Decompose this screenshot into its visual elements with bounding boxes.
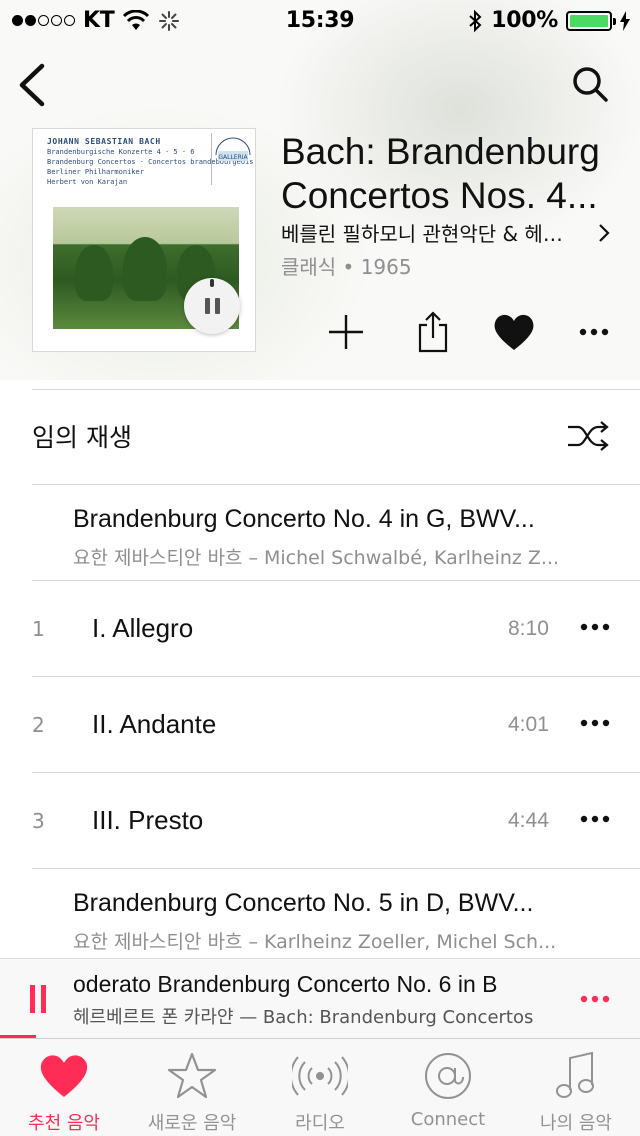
more-icon (579, 328, 609, 336)
tab-label: 추천 음악 (28, 1113, 100, 1134)
music-note-icon (556, 1051, 594, 1098)
mini-player-subtitle: 헤르베르트 폰 카라얀 — Bach: Brandenburg Concerto… (73, 1007, 534, 1028)
love-button[interactable] (488, 306, 540, 358)
tab-label: 새로운 음악 (147, 1113, 237, 1134)
album-title-line: Bach: Brandenburg (281, 131, 600, 172)
album-more-button[interactable] (568, 306, 620, 358)
mini-player[interactable]: oderato Brandenburg Concerto No. 6 in B … (0, 958, 640, 1038)
album-pause-button[interactable] (184, 278, 240, 334)
bluetooth-icon (469, 9, 482, 32)
heart-filled-icon (494, 314, 534, 350)
status-bar: KT 15:39 100% (0, 0, 640, 40)
at-icon (425, 1053, 471, 1099)
track-number: 2 (32, 713, 45, 737)
track-name: I. Allegro (92, 613, 194, 643)
tab-radio[interactable]: 라디오 (256, 1039, 384, 1136)
track-name: II. Andante (92, 709, 217, 739)
track-number: 1 (32, 617, 45, 641)
tab-for-you[interactable]: 추천 음악 (0, 1039, 128, 1136)
genre-year: 클래식 • 1965 (281, 255, 412, 279)
chevron-right-icon (599, 223, 610, 242)
track-duration: 4:44 (508, 809, 549, 832)
track-more-icon[interactable] (580, 713, 610, 733)
work-subtitle: 요한 제바스티안 바흐 – Michel Schwalbé, Karlheinz… (73, 547, 560, 569)
track-row[interactable]: 1 I. Allegro 8:10 (0, 581, 640, 677)
search-button[interactable] (570, 64, 610, 104)
tab-bar: 추천 음악 새로운 음악 라디오 Connect 나의 음악 (0, 1038, 640, 1136)
pause-icon (204, 298, 220, 314)
share-button[interactable] (407, 306, 459, 358)
tab-new[interactable]: 새로운 음악 (128, 1039, 256, 1136)
work-title: Brandenburg Concerto No. 5 in D, BWV... (73, 889, 534, 917)
tab-my-music[interactable]: 나의 음악 (512, 1039, 640, 1136)
track-name: III. Presto (92, 805, 204, 835)
battery-percent: 100% (491, 8, 558, 33)
track-duration: 8:10 (508, 617, 549, 640)
track-number: 3 (32, 809, 45, 833)
battery-icon (566, 10, 616, 31)
shuffle-row[interactable]: 임의 재생 (0, 390, 640, 484)
track-row[interactable]: 2 II. Andante 4:01 (0, 677, 640, 773)
radio-icon (292, 1056, 348, 1096)
tab-label: Connect (410, 1109, 486, 1130)
tab-label: 나의 음악 (540, 1113, 612, 1134)
artist-name: 베를린 필하모니 관현악단 & 헤르… (281, 222, 581, 246)
plus-icon (329, 315, 363, 349)
mini-player-title: oderato Brandenburg Concerto No. 6 in B (73, 971, 498, 997)
dg-logo: GALLERIA (211, 133, 253, 185)
work-header[interactable]: Brandenburg Concerto No. 4 in G, BWV... … (0, 485, 640, 581)
add-button[interactable] (320, 306, 372, 358)
chevron-left-icon (19, 63, 45, 107)
mini-player-pause-icon[interactable] (30, 985, 46, 1013)
search-icon (573, 67, 608, 102)
track-more-icon[interactable] (580, 617, 610, 637)
work-title: Brandenburg Concerto No. 4 in G, BWV... (73, 505, 535, 533)
tab-label: 라디오 (295, 1113, 345, 1134)
heart-icon (40, 1055, 88, 1097)
share-icon (418, 311, 448, 353)
album-title: Bach: Brandenburg Concertos Nos. 4... (281, 130, 621, 218)
track-duration: 4:01 (508, 713, 549, 736)
album-title-line: Concertos Nos. 4... (281, 175, 598, 216)
track-row[interactable]: 3 III. Presto 4:44 (0, 773, 640, 869)
track-more-icon[interactable] (580, 809, 610, 829)
svg-text:GALLERIA: GALLERIA (218, 154, 248, 161)
shuffle-label: 임의 재생 (32, 423, 132, 452)
work-subtitle: 요한 제바스티안 바흐 – Karlheinz Zoeller, Michel … (73, 931, 557, 953)
mini-player-more-icon[interactable] (580, 989, 610, 1009)
shuffle-icon (568, 421, 609, 451)
star-icon (167, 1052, 217, 1099)
back-button[interactable] (14, 62, 50, 108)
tab-connect[interactable]: Connect (384, 1039, 512, 1136)
artist-link[interactable]: 베를린 필하모니 관현악단 & 헤르… (281, 218, 611, 247)
work-header[interactable]: Brandenburg Concerto No. 5 in D, BWV... … (0, 869, 640, 965)
charging-bolt-icon (620, 10, 630, 31)
